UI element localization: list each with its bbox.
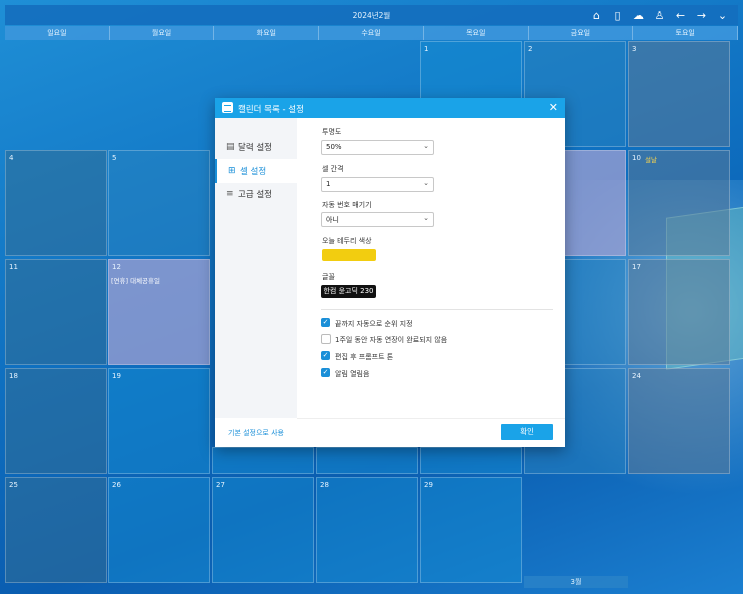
transparency-value: 50% xyxy=(326,143,342,151)
calendar-day-cell[interactable]: 19 xyxy=(108,368,210,474)
calendar-day-cell[interactable]: 10 설날 xyxy=(628,150,730,256)
checkbox-checked[interactable]: ✓ xyxy=(321,368,330,377)
sidebar-item-label: 달력 설정 xyxy=(238,143,272,153)
cell-spacing-select[interactable]: 1 ⌄ xyxy=(321,177,434,192)
chevron-down-icon: ⌄ xyxy=(423,179,429,187)
transparency-select[interactable]: 50% ⌄ xyxy=(321,140,434,155)
chevron-down-icon: ⌄ xyxy=(423,214,429,222)
grid-icon: ⊞ xyxy=(228,166,236,176)
ok-button[interactable]: 확인 xyxy=(501,424,553,440)
checkbox-label: 알림 열림음 xyxy=(335,370,370,378)
cell-spacing-value: 1 xyxy=(326,180,331,188)
calendar-day-cell[interactable]: 29 xyxy=(420,477,522,583)
weekday-sat: 토요일 xyxy=(633,26,739,40)
checkbox-checked[interactable]: ✓ xyxy=(321,351,330,360)
calendar-day-cell[interactable] xyxy=(316,447,418,474)
day-number: 28 xyxy=(320,481,329,489)
font-label: 글꼴 xyxy=(322,273,335,281)
sidebar-item-cell-settings[interactable]: ⊞ 셀 설정 xyxy=(215,159,299,183)
footer-divider xyxy=(297,418,565,419)
checkbox-label: 끝까지 자동으로 순위 지정 xyxy=(335,320,413,328)
arrow-left-icon[interactable]: ← xyxy=(671,7,690,23)
day-number: 5 xyxy=(112,154,117,162)
day-number: 10 xyxy=(632,154,641,162)
checkbox-unchecked[interactable] xyxy=(321,334,331,344)
close-icon[interactable]: ✕ xyxy=(549,101,558,114)
transparency-label: 투명도 xyxy=(322,128,342,136)
divider xyxy=(321,309,553,310)
settings-dialog: 캘린더 목록 - 설정 ✕ ▤ 달력 설정 ⊞ 셀 설정 ≡ 고급 설정 투명도… xyxy=(215,98,565,447)
weekday-thu: 목요일 xyxy=(423,26,529,40)
weekday-fri: 금요일 xyxy=(528,26,634,40)
checkbox-label: 편집 후 프롬프트 톤 xyxy=(335,353,394,361)
phone-icon[interactable]: ▯ xyxy=(608,7,627,23)
day-number: 25 xyxy=(9,481,18,489)
holiday-label: 설날 xyxy=(645,156,657,164)
auto-number-value: 아니 xyxy=(326,216,339,224)
chevron-down-icon[interactable]: ⌄ xyxy=(713,7,732,23)
calendar-topbar: 2024년2월 ⌂ ▯ ☁ ♙ ← → ⌄ xyxy=(5,5,738,25)
event-label[interactable]: [연휴] 대체공휴일 xyxy=(111,275,160,285)
day-number: 11 xyxy=(9,263,18,271)
calendar-app-icon xyxy=(222,102,233,113)
day-number: 29 xyxy=(424,481,433,489)
day-number: 18 xyxy=(9,372,18,380)
day-number: 12 xyxy=(112,263,121,271)
day-number: 4 xyxy=(9,154,14,162)
weekday-mon: 월요일 xyxy=(109,26,215,40)
calendar-day-cell[interactable]: 11 xyxy=(5,259,107,365)
calendar-day-cell[interactable]: 3 xyxy=(628,41,730,147)
settings-sidebar: ▤ 달력 설정 ⊞ 셀 설정 ≡ 고급 설정 xyxy=(215,118,299,418)
home-icon[interactable]: ⌂ xyxy=(587,7,606,23)
calendar-day-cell[interactable] xyxy=(420,447,522,474)
calendar-day-cell[interactable]: 28 xyxy=(316,477,418,583)
toolbar-icons: ⌂ ▯ ☁ ♙ ← → ⌄ xyxy=(587,7,732,23)
calendar-day-cell[interactable]: 27 xyxy=(212,477,314,583)
arrow-right-icon[interactable]: → xyxy=(692,7,711,23)
weekday-header: 일요일 월요일 화요일 수요일 목요일 금요일 토요일 xyxy=(5,26,739,40)
calendar-day-cell[interactable]: 18 xyxy=(5,368,107,474)
day-number: 17 xyxy=(632,263,641,271)
checkbox-label: 1주일 동안 자동 연장이 완료되지 않음 xyxy=(335,336,448,344)
day-number: 19 xyxy=(112,372,121,380)
calendar-icon: ▤ xyxy=(226,142,235,152)
dialog-titlebar: 캘린더 목록 - 설정 ✕ xyxy=(215,98,565,118)
auto-number-label: 자동 번호 매기기 xyxy=(322,201,372,209)
chevron-down-icon: ⌄ xyxy=(423,142,429,150)
calendar-day-cell[interactable]: 5 xyxy=(108,150,210,256)
checkbox-checked[interactable]: ✓ xyxy=(321,318,330,327)
day-number: 3 xyxy=(632,45,637,53)
today-border-color-swatch[interactable] xyxy=(322,249,376,261)
calendar-day-cell[interactable]: 12 [연휴] 대체공휴일 xyxy=(108,259,210,365)
day-number: 27 xyxy=(216,481,225,489)
calendar-day-cell[interactable] xyxy=(212,447,314,474)
sidebar-item-calendar-settings[interactable]: ▤ 달력 설정 xyxy=(215,135,297,159)
next-month-tab[interactable]: 3월 xyxy=(524,576,628,588)
cloud-sync-icon[interactable]: ☁ xyxy=(629,7,648,23)
day-number: 26 xyxy=(112,481,121,489)
today-border-label: 오늘 테두리 색상 xyxy=(322,237,372,245)
calendar-day-cell[interactable]: 25 xyxy=(5,477,107,583)
calendar-day-cell[interactable]: 4 xyxy=(5,150,107,256)
sidebar-item-advanced-settings[interactable]: ≡ 고급 설정 xyxy=(215,182,297,206)
day-number: 2 xyxy=(528,45,533,53)
weekday-sun: 일요일 xyxy=(5,26,110,40)
sidebar-item-label: 고급 설정 xyxy=(238,190,272,200)
dialog-title: 캘린더 목록 - 설정 xyxy=(238,105,304,115)
calendar-day-cell[interactable]: 26 xyxy=(108,477,210,583)
sidebar-item-label: 셀 설정 xyxy=(240,167,267,177)
day-number: 1 xyxy=(424,45,429,53)
sliders-icon: ≡ xyxy=(226,189,234,199)
day-number: 24 xyxy=(632,372,641,380)
user-icon[interactable]: ♙ xyxy=(650,7,669,23)
reset-defaults-link[interactable]: 기본 설정으로 사용 xyxy=(228,428,284,438)
calendar-day-cell[interactable]: 24 xyxy=(628,368,730,474)
weekday-tue: 화요일 xyxy=(214,26,320,40)
calendar-day-cell[interactable]: 17 xyxy=(628,259,730,365)
weekday-wed: 수요일 xyxy=(319,26,424,40)
cell-spacing-label: 셀 간격 xyxy=(322,165,344,173)
auto-number-select[interactable]: 아니 ⌄ xyxy=(321,212,434,227)
font-picker-button[interactable]: 한컴 윤고딕 230 xyxy=(321,285,376,298)
